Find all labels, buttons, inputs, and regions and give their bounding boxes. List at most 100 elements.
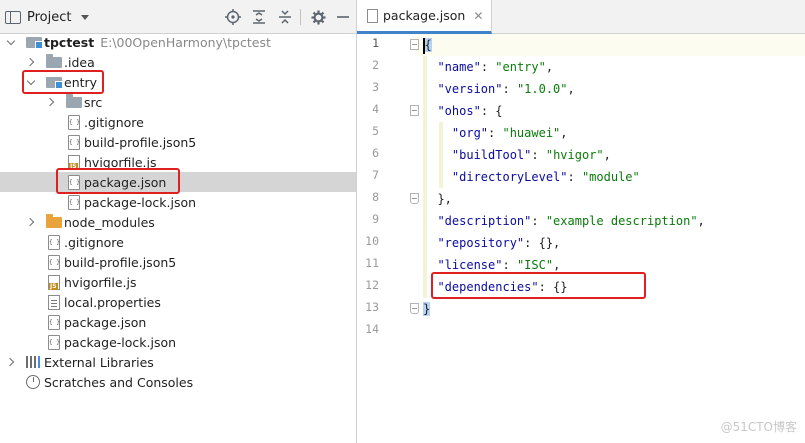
scratch-icon [26, 375, 40, 389]
tree-item-label: .gitignore [84, 114, 144, 130]
line-number: 13 [365, 300, 379, 314]
tree-item-entry[interactable]: entry [0, 72, 356, 92]
watermark: @51CTO博客 [720, 420, 797, 434]
line-number: 8 [372, 190, 379, 204]
tree-item-package-json[interactable]: package.json [0, 172, 356, 192]
json-file-icon [48, 315, 60, 330]
fold-marker-icon[interactable] [410, 39, 419, 50]
project-panel-icon [5, 10, 21, 24]
code-line-5: "org": "huawei", [451, 126, 568, 140]
tree-item-tpctest[interactable]: tpctest E:\00OpenHarmony\tpctest [0, 32, 356, 52]
line-number: 12 [365, 278, 379, 292]
json-key: "dependencies" [437, 280, 539, 294]
tree-item-label: src [84, 94, 103, 110]
json-string: "huawei" [502, 126, 561, 140]
tree-item-label: External Libraries [44, 354, 154, 370]
json-key: "name" [437, 60, 481, 74]
properties-file-icon [48, 295, 60, 310]
expand-all-icon[interactable] [250, 8, 268, 26]
tree-item-src[interactable]: src [0, 92, 356, 112]
minimize-icon[interactable] [334, 8, 352, 26]
tree-item-idea[interactable]: .idea [0, 52, 356, 72]
json-key: "directoryLevel" [451, 170, 568, 184]
json-string: "ISC" [516, 258, 554, 272]
json-string: "example description" [545, 214, 698, 228]
chevron-right-icon[interactable] [46, 97, 56, 107]
line-number: 9 [372, 212, 379, 226]
tree-item-package-lock[interactable]: package-lock.json [0, 192, 356, 212]
folder-icon [46, 54, 62, 68]
tree-item-node-modules[interactable]: node_modules [0, 212, 356, 232]
js-file-icon [68, 155, 80, 170]
tree-item-label: package-lock.json [64, 334, 177, 350]
tree-item-gitignore-root[interactable]: .gitignore [0, 232, 356, 252]
chevron-down-icon[interactable] [81, 14, 90, 20]
json-key: "buildTool" [451, 148, 532, 162]
tab-label: package.json [383, 8, 466, 23]
fold-marker-icon[interactable] [410, 303, 419, 314]
tree-item-label: package.json [64, 314, 147, 330]
chevron-right-icon[interactable] [26, 57, 36, 67]
code-line-8: }, [423, 188, 451, 210]
code-line-3: "version": "1.0.0", [437, 82, 575, 96]
json-file-icon [68, 175, 80, 190]
line-number: 10 [365, 234, 379, 248]
close-brace: } [423, 302, 431, 316]
chevron-down-icon[interactable] [26, 77, 36, 87]
fold-marker-icon[interactable] [410, 193, 419, 204]
editor-tab-bar: package.json ✕ [357, 0, 805, 34]
fold-marker-icon[interactable] [410, 105, 419, 116]
gear-icon[interactable] [309, 8, 327, 26]
open-brace: { [424, 38, 432, 52]
line-number: 4 [372, 102, 379, 116]
tree-item-label: tpctest [44, 34, 95, 50]
tree-item-package-lock-root[interactable]: package-lock.json [0, 332, 356, 352]
collapse-all-icon[interactable] [276, 8, 294, 26]
tree-item-local-properties[interactable]: local.properties [0, 292, 356, 312]
locate-icon[interactable] [224, 8, 242, 26]
code-line-4: "ohos": { [437, 104, 503, 118]
code-line-9: "description": "example description", [437, 214, 705, 228]
tree-item-build-profile-root[interactable]: build-profile.json5 [0, 252, 356, 272]
tree-item-external-libraries[interactable]: External Libraries [0, 352, 356, 372]
json-file-icon [48, 335, 60, 350]
code-line-11: "license": "ISC", [437, 258, 561, 272]
chevron-down-icon[interactable] [6, 37, 16, 47]
json-file-icon [68, 195, 80, 210]
chevron-right-icon[interactable] [26, 217, 36, 227]
project-view-selector[interactable]: Project [5, 6, 90, 28]
line-number: 1 [372, 36, 379, 50]
project-path-hint: E:\00OpenHarmony\tpctest [100, 34, 271, 50]
line-number: 14 [365, 322, 379, 336]
json-file-icon [68, 135, 80, 150]
toolbar-separator [300, 9, 301, 25]
editor: package.json ✕ 1 2 3 4 5 6 7 8 9 10 11 1… [357, 0, 805, 443]
line-number: 2 [372, 58, 379, 72]
line-number: 5 [372, 124, 379, 138]
tree-item-label: build-profile.json5 [84, 134, 197, 150]
tree-item-build-profile[interactable]: build-profile.json5 [0, 132, 356, 152]
library-icon [26, 356, 40, 368]
line-number: 6 [372, 146, 379, 160]
tree-item-hvigorfile-root[interactable]: hvigorfile.js [0, 272, 356, 292]
line-number: 11 [365, 256, 379, 270]
tree-item-hvigorfile[interactable]: hvigorfile.js [0, 152, 356, 172]
tree-item-label: hvigorfile.js [84, 154, 157, 170]
chevron-right-icon[interactable] [6, 357, 16, 367]
tree-item-label: entry [64, 74, 98, 90]
tree-item-label: package-lock.json [84, 194, 197, 210]
tab-package-json[interactable]: package.json ✕ [357, 0, 493, 34]
tree-item-label: package.json [84, 174, 167, 190]
tree-item-package-json-root[interactable]: package.json [0, 312, 356, 332]
tree-item-scratches[interactable]: Scratches and Consoles [0, 372, 356, 392]
close-icon[interactable]: ✕ [473, 9, 483, 23]
file-icon [48, 235, 60, 250]
tree-item-label: Scratches and Consoles [44, 374, 194, 390]
line-number: 3 [372, 80, 379, 94]
json-key: "ohos" [437, 104, 481, 118]
json-file-icon [367, 8, 378, 23]
json-key: "repository" [437, 236, 525, 250]
tree-item-gitignore[interactable]: .gitignore [0, 112, 356, 132]
project-toolbar: Project [0, 0, 356, 34]
json-string: "entry" [495, 60, 546, 74]
